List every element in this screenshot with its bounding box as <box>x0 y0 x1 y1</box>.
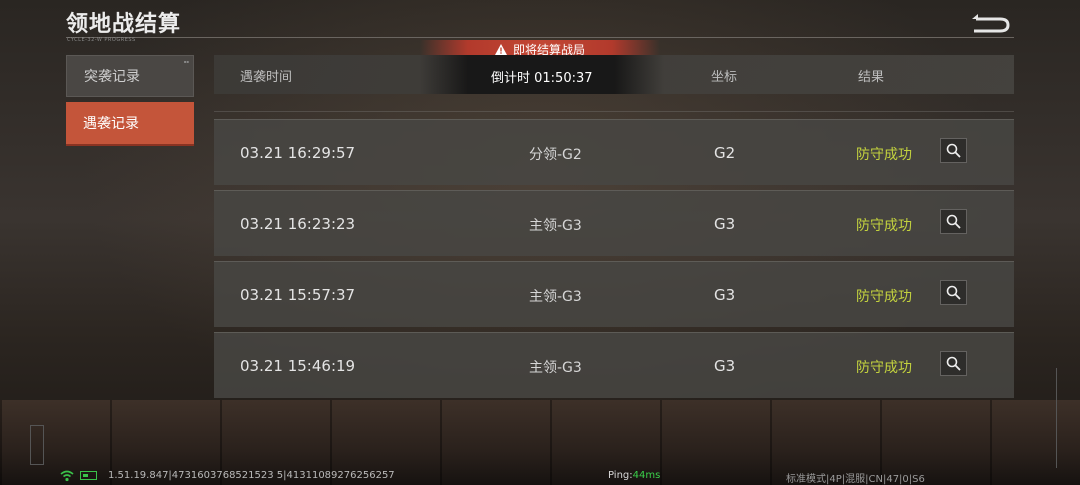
row-coord: G3 <box>714 286 736 304</box>
row-territory: 主领-G3 <box>529 218 582 234</box>
divider <box>214 111 1014 112</box>
row-coord: G3 <box>714 215 736 233</box>
warning-icon <box>494 43 507 55</box>
status-bar: 1.51.19.847|4731603768521523 5|413110892… <box>0 468 1080 485</box>
table-row: 03.21 15:46:19 主领-G3 G3 防守成功 <box>214 332 1014 398</box>
search-icon <box>946 214 961 229</box>
row-time: 03.21 16:29:57 <box>240 144 356 162</box>
search-icon <box>946 285 961 300</box>
hud-frame-right <box>1044 368 1057 468</box>
page-subtitle: CYCLE-32-W PROGRESS <box>67 37 136 43</box>
row-result: 防守成功 <box>856 360 912 376</box>
sidebar-item-label: 遇袭记录 <box>83 116 139 132</box>
row-result: 防守成功 <box>856 218 912 234</box>
version-info: 1.51.19.847|4731603768521523 5|413110892… <box>108 470 395 481</box>
search-icon <box>946 356 961 371</box>
countdown-timer: 倒计时 01:50:37 <box>491 71 593 86</box>
server-mode-info: 标准模式|4P|混服|CN|47|0|S6 <box>786 474 925 485</box>
row-time: 03.21 15:57:37 <box>240 286 356 304</box>
row-territory: 主领-G3 <box>529 360 582 376</box>
ping-value: 44ms <box>632 470 661 481</box>
sidebar-item-raid-records[interactable]: 突袭记录 ▪▪ <box>66 55 194 97</box>
battery-icon <box>80 471 97 480</box>
sidebar-item-attacked-records[interactable]: 遇袭记录 <box>66 102 194 144</box>
row-time: 03.21 15:46:19 <box>240 357 356 375</box>
back-button[interactable] <box>970 10 1012 34</box>
row-territory: 分领-G2 <box>529 147 582 163</box>
row-coord: G3 <box>714 357 736 375</box>
view-details-button[interactable] <box>940 280 967 305</box>
view-details-button[interactable] <box>940 138 967 163</box>
hud-frame-left <box>30 425 44 465</box>
column-header-result: 结果 <box>858 70 885 85</box>
column-header-time: 遇袭时间 <box>240 70 293 85</box>
row-time: 03.21 16:23:23 <box>240 215 356 233</box>
ping-indicator: Ping:44ms <box>608 470 660 481</box>
row-result: 防守成功 <box>856 147 912 163</box>
wifi-icon <box>60 470 74 482</box>
row-territory: 主领-G3 <box>529 289 582 305</box>
search-icon <box>946 143 961 158</box>
column-header-coord: 坐标 <box>711 70 738 85</box>
back-arrow-icon <box>972 14 1010 33</box>
table-row: 03.21 15:57:37 主领-G3 G3 防守成功 <box>214 261 1014 327</box>
sidebar-item-label: 突袭记录 <box>84 69 140 85</box>
row-coord: G2 <box>714 144 736 162</box>
title-divider <box>66 37 1014 38</box>
table-row: 03.21 16:29:57 分领-G2 G2 防守成功 <box>214 119 1014 185</box>
page-title: 领地战结算 <box>66 12 182 37</box>
view-details-button[interactable] <box>940 351 967 376</box>
row-result: 防守成功 <box>856 289 912 305</box>
table-header <box>214 55 1014 94</box>
ping-label: Ping: <box>608 470 633 481</box>
table-row: 03.21 16:23:23 主领-G3 G3 防守成功 <box>214 190 1014 256</box>
corner-mark-icon: ▪▪ <box>183 59 189 64</box>
view-details-button[interactable] <box>940 209 967 234</box>
